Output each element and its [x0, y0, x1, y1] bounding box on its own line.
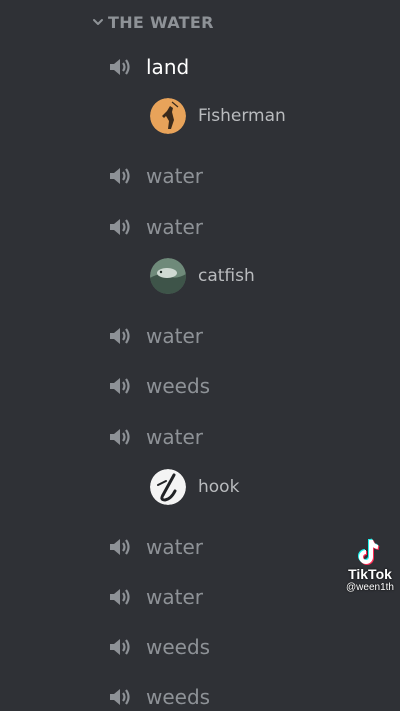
voice-channel-water[interactable]: water — [108, 161, 203, 191]
speaker-icon — [110, 328, 130, 344]
speaker-icon — [110, 168, 130, 184]
speaker-icon — [110, 378, 130, 394]
voice-member-fisherman[interactable]: Fisherman — [150, 98, 286, 134]
voice-member-hook[interactable]: hook — [150, 469, 239, 505]
chevron-down-icon — [93, 19, 103, 25]
voice-member-catfish[interactable]: catfish — [150, 258, 255, 294]
channel-name: water — [146, 535, 203, 559]
speaker-icon — [110, 639, 130, 655]
voice-channel-weeds[interactable]: weeds — [108, 371, 210, 401]
speaker-icon — [110, 219, 130, 235]
category-header[interactable]: THE WATER — [92, 10, 214, 34]
voice-channel-water[interactable]: water — [108, 532, 203, 562]
voice-channel-land[interactable]: land — [108, 52, 189, 82]
speaker-icon — [110, 59, 130, 75]
tiktok-handle: @ween1th — [346, 582, 394, 593]
speaker-icon — [110, 429, 130, 445]
speaker-icon — [110, 539, 130, 555]
channel-name: weeds — [146, 374, 211, 398]
category-label: THE WATER — [108, 12, 214, 32]
voice-channel-water[interactable]: water — [108, 422, 203, 452]
tiktok-brand: TikTok — [348, 566, 392, 582]
speaker-icon — [110, 589, 130, 605]
voice-channel-water[interactable]: water — [108, 582, 203, 612]
member-name: catfish — [198, 266, 255, 286]
channel-name: land — [146, 55, 190, 79]
hook-avatar — [150, 469, 186, 505]
voice-channel-water[interactable]: water — [108, 321, 203, 351]
channel-name: water — [146, 324, 203, 348]
voice-channel-water[interactable]: water — [108, 212, 203, 242]
speaker-icon — [110, 689, 130, 705]
channel-name: weeds — [146, 685, 211, 709]
channel-name: water — [146, 164, 203, 188]
channel-name: water — [146, 215, 203, 239]
voice-channel-weeds[interactable]: weeds — [108, 682, 210, 711]
channel-name: water — [146, 425, 203, 449]
member-name: Fisherman — [198, 106, 286, 126]
member-name: hook — [198, 477, 240, 497]
fisherman-avatar — [150, 98, 186, 134]
channel-sidebar: THE WATER land Fisherman water water cat… — [0, 0, 400, 711]
channel-name: weeds — [146, 635, 211, 659]
tiktok-watermark: TikTok @ween1th — [340, 538, 400, 594]
catfish-avatar — [150, 258, 186, 294]
voice-channel-weeds[interactable]: weeds — [108, 632, 210, 662]
tiktok-logo-icon — [358, 538, 380, 565]
channel-name: water — [146, 585, 203, 609]
